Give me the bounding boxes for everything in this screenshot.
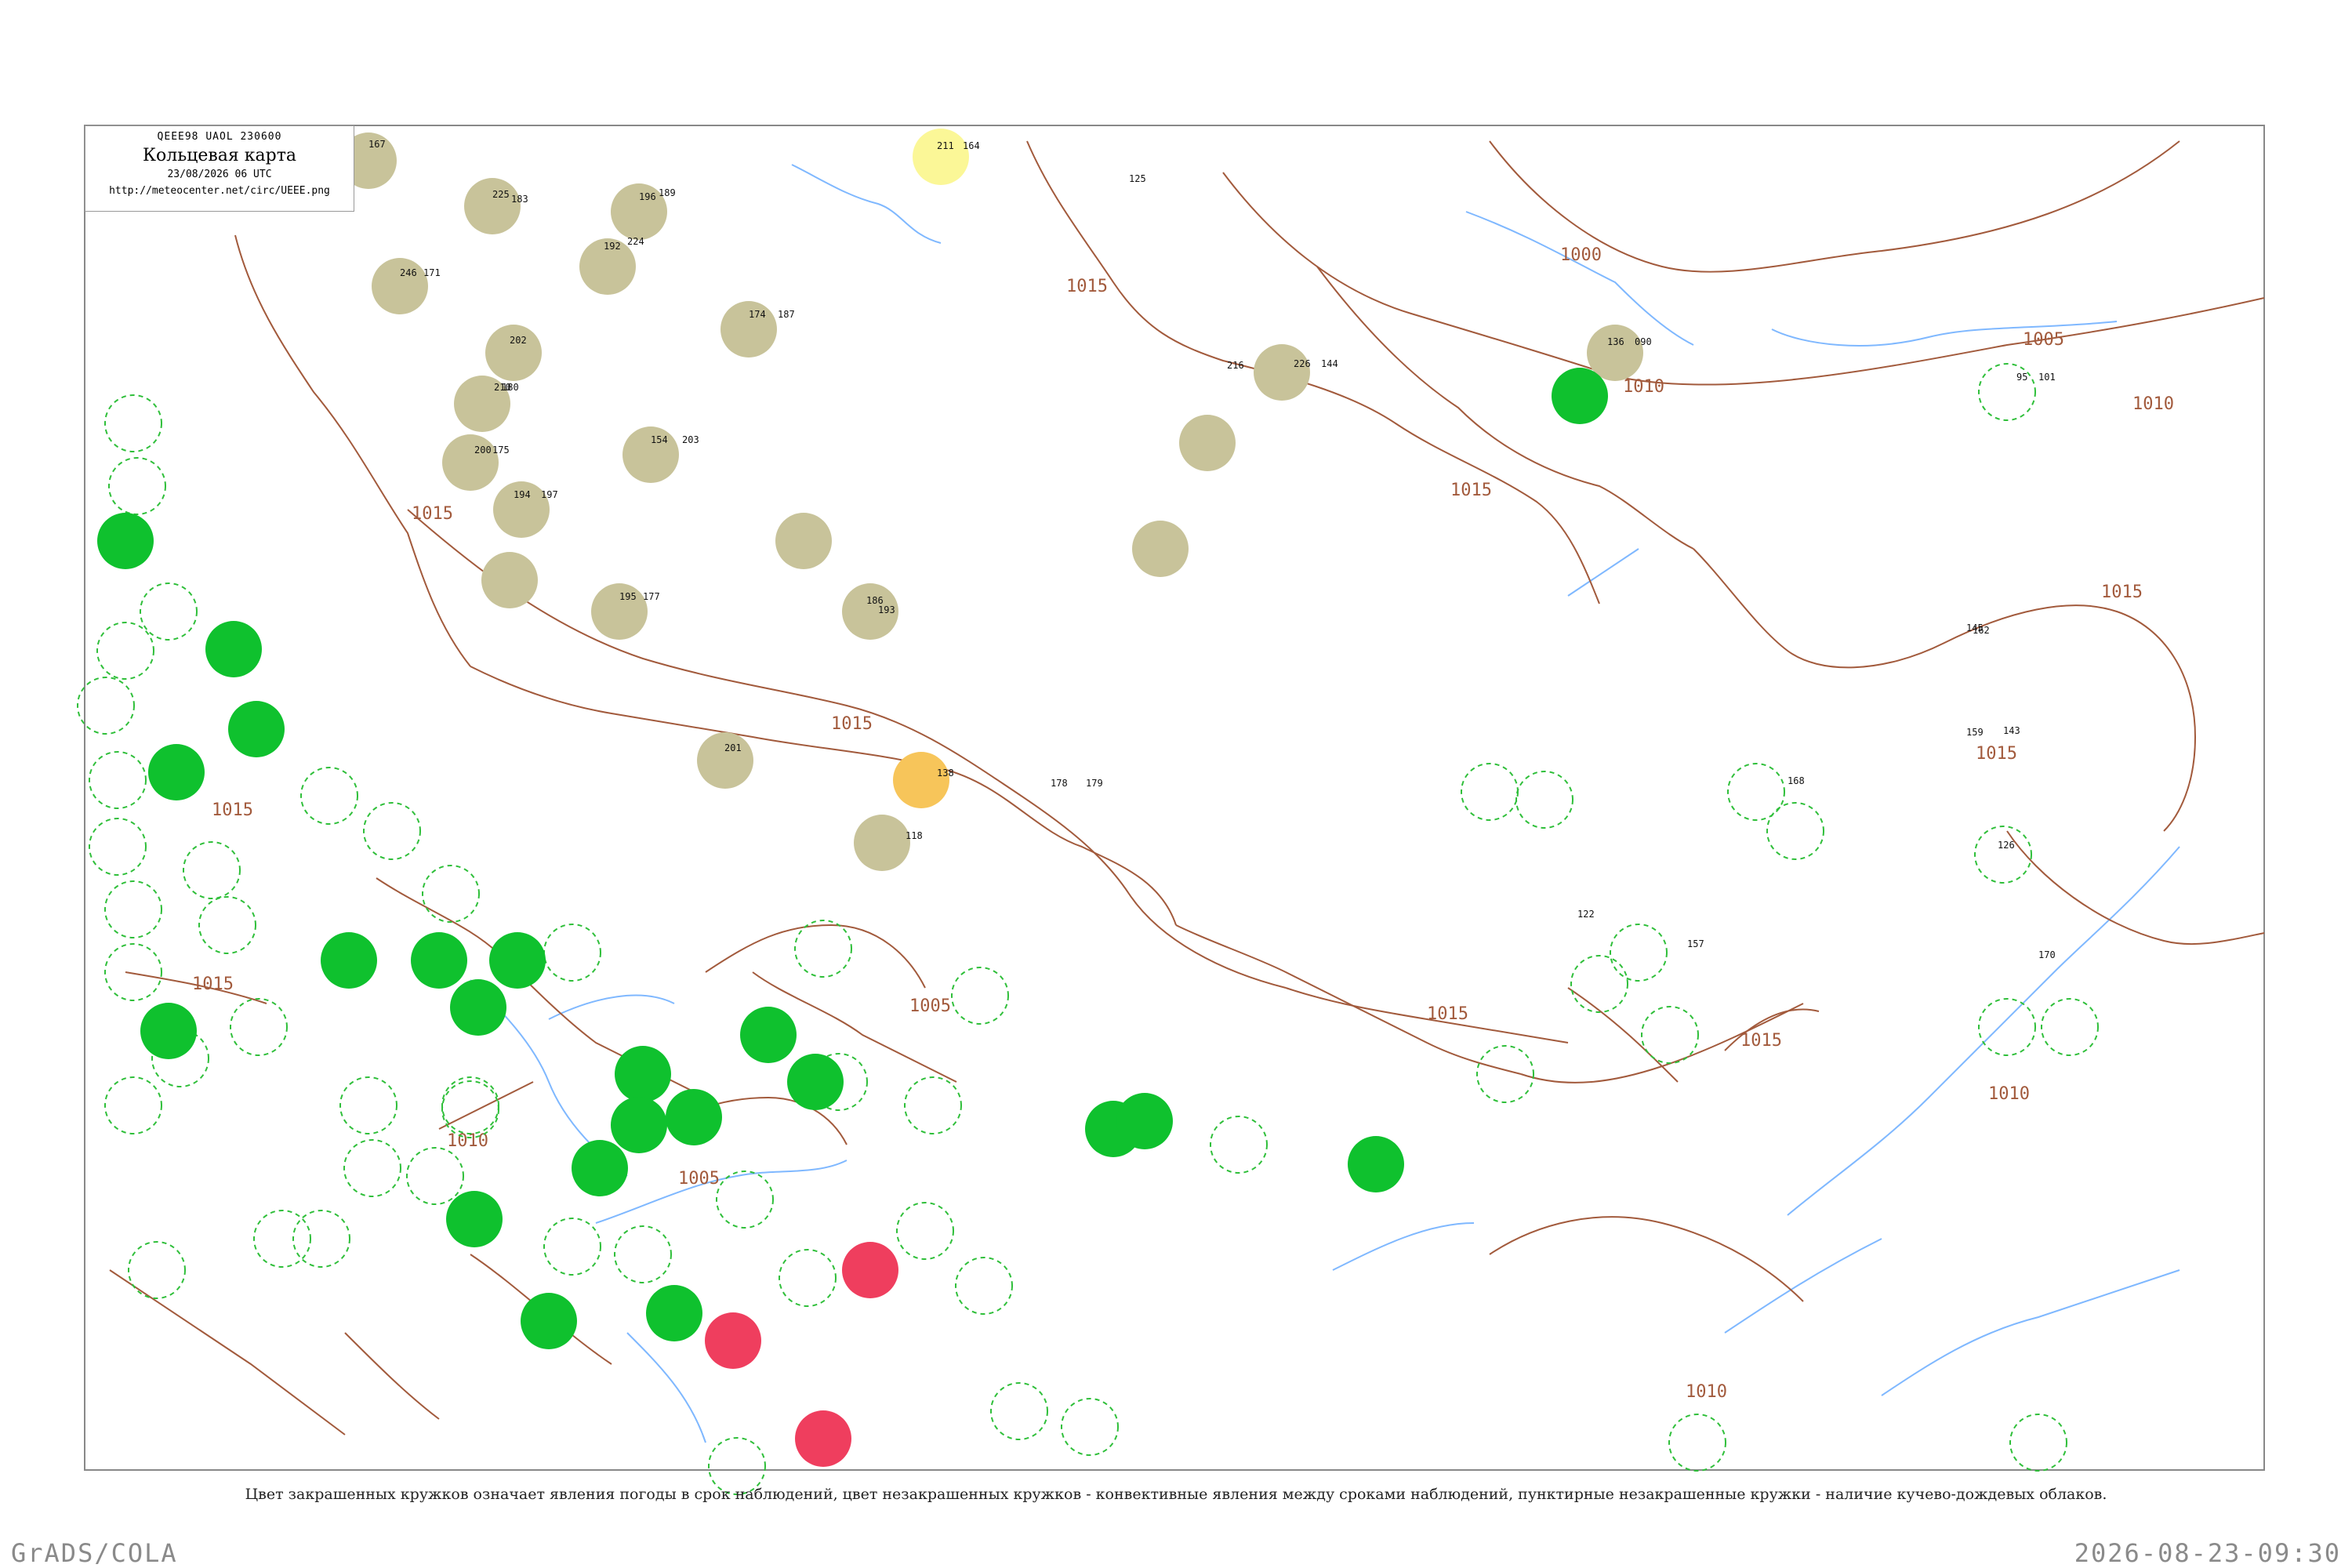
isobar-label-1015: 1015: [1066, 277, 1108, 296]
station-value: 170: [2038, 949, 2056, 960]
station-value: 194: [514, 489, 531, 500]
station-value: 167: [368, 139, 386, 150]
station-value: 157: [1687, 938, 1704, 949]
isobar-label-1015: 1015: [1976, 744, 2017, 764]
isobar-label-1010: 1010: [1988, 1084, 2030, 1104]
map-caption: Цвет закрашенных кружков означает явлени…: [245, 1486, 2107, 1503]
station-value: 226: [1294, 358, 1311, 369]
isobar-label-1000: 1000: [1560, 245, 1602, 265]
station-value: 118: [906, 830, 923, 841]
isobar-label-1015: 1015: [412, 504, 453, 524]
haze-circles: [913, 129, 969, 185]
station-value: 144: [1321, 358, 1338, 369]
map-url: http://meteocenter.net/circ/UEEE.png: [109, 185, 330, 197]
station-value: 202: [510, 335, 527, 346]
station-value: 126: [1998, 840, 2015, 851]
station-value: 122: [1577, 909, 1595, 920]
station-value: 177: [643, 591, 660, 602]
station-value: 138: [937, 768, 954, 779]
station-value: 175: [492, 445, 510, 456]
station-value: 201: [724, 742, 742, 753]
isobar-label-1015: 1015: [1450, 481, 1492, 500]
station-value: 101: [2038, 372, 2056, 383]
isobar-label-1015: 1015: [1740, 1031, 1782, 1051]
station-value: 189: [659, 187, 676, 198]
station-value: 196: [639, 191, 656, 202]
station-value: 145: [1966, 622, 1984, 633]
synoptic-map: 1000 1005 1010 1010 1015 1015 1015 1015 …: [77, 125, 2265, 1495]
map-legend-box: QEEE98 UAOL 230600 Кольцевая карта 23/08…: [85, 125, 354, 212]
footer-timestamp: 2026-08-23-09:30: [2074, 1538, 2341, 1568]
map-title: Кольцевая карта: [142, 146, 296, 165]
station-value: 195: [619, 591, 637, 602]
station-value: 168: [1788, 775, 1805, 786]
station-value: 143: [2003, 725, 2020, 736]
station-value: 246: [400, 267, 417, 278]
station-value: 174: [749, 309, 766, 320]
isobar-label-1015: 1015: [2101, 583, 2143, 602]
station-value: 200: [474, 445, 492, 456]
station-value: 154: [651, 434, 668, 445]
map-date: 23/08/2026 06 UTC: [167, 169, 272, 180]
isobar-label-1010: 1010: [1686, 1382, 1727, 1402]
station-value: 180: [502, 382, 519, 393]
station-value: 171: [423, 267, 441, 278]
station-value: 192: [604, 241, 621, 252]
isobar-label-1005: 1005: [909, 996, 951, 1016]
map-frame: [84, 125, 2265, 1471]
station-value: 95: [2016, 372, 2027, 383]
station-value: 183: [511, 194, 528, 205]
station-value: 203: [682, 434, 699, 445]
station-value: 187: [778, 309, 795, 320]
bulletin-code: QEEE98 UAOL 230600: [157, 131, 282, 143]
station-value: 164: [963, 140, 980, 151]
station-value: 216: [1227, 360, 1244, 371]
footer-software: GrADS/COLA: [11, 1538, 178, 1568]
station-value: 090: [1635, 336, 1652, 347]
isobar-label-1010: 1010: [1623, 377, 1664, 397]
isobar-label-1015: 1015: [212, 800, 253, 820]
isobar-label-1015: 1015: [1427, 1004, 1468, 1024]
station-value: 136: [1607, 336, 1624, 347]
station-value: 178: [1051, 778, 1068, 789]
station-value: 224: [627, 236, 644, 247]
station-value: 179: [1086, 778, 1103, 789]
station-value: 225: [492, 189, 510, 200]
station-value: 193: [878, 604, 895, 615]
isobar-label-1010: 1010: [2132, 394, 2174, 414]
isobar-label-1005: 1005: [678, 1169, 720, 1189]
station-value: 125: [1129, 173, 1146, 184]
station-value: 159: [1966, 727, 1984, 738]
station-value: 211: [937, 140, 954, 151]
isobar-label-1005: 1005: [2023, 330, 2064, 350]
dust-circles: [893, 752, 949, 808]
isobar-label-1015: 1015: [831, 714, 873, 734]
isobar-label-1015: 1015: [192, 975, 234, 994]
station-value: 197: [541, 489, 558, 500]
